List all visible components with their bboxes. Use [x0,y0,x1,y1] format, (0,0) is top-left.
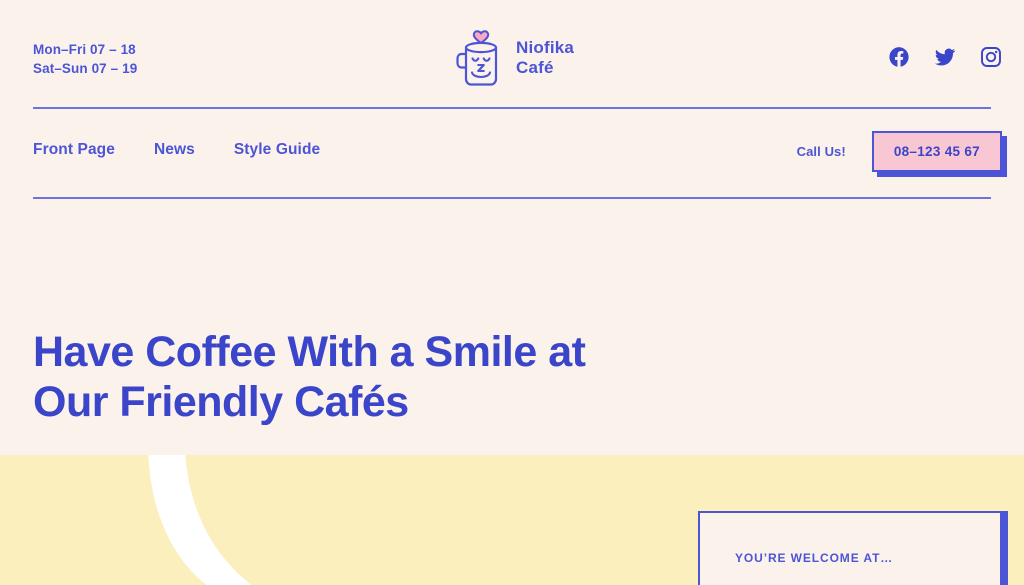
twitter-icon[interactable] [934,46,956,68]
page-title-line1: Have Coffee With a Smile at [33,328,586,376]
opening-hours-weekend: Sat–Sun 07 – 19 [33,61,138,76]
phone-number-button[interactable]: 08–123 45 67 [871,131,1002,172]
page-title: Have Coffee With a Smile at Our Friendly… [33,327,733,427]
site-logo-text-line2: Café [516,58,554,77]
nav-item-news[interactable]: News [154,141,195,159]
site-logo-text-line1: Niofika [516,38,575,57]
social-links [888,46,1002,68]
site-logo-text: Niofika Café [516,38,574,78]
header-divider-top [33,107,991,109]
site-logo[interactable]: Niofika Café [456,27,574,89]
instagram-icon[interactable] [980,46,1002,68]
site-header: Mon–Fri 07 – 18 Sat–Sun 07 – 19 Niofika … [0,0,1024,108]
hero-section: Have Coffee With a Smile at Our Friendly… [33,327,733,427]
nav-item-front-page[interactable]: Front Page [33,141,115,159]
page-root: Mon–Fri 07 – 18 Sat–Sun 07 – 19 Niofika … [0,0,1024,585]
facebook-icon[interactable] [888,46,910,68]
welcome-card: YOU’RE WELCOME AT… [698,511,1002,585]
header-cta-group: Call Us! 08–123 45 67 [797,131,1002,172]
header-divider-bottom [33,197,991,199]
coffee-cup-smiling-face-with-heart-icon [456,27,506,89]
main-navigation: Front Page News Style Guide [33,141,320,159]
opening-hours: Mon–Fri 07 – 18 Sat–Sun 07 – 19 [33,40,137,78]
opening-hours-weekday: Mon–Fri 07 – 18 [33,42,136,57]
nav-item-style-guide[interactable]: Style Guide [234,141,320,159]
welcome-card-label: YOU’RE WELCOME AT… [735,551,894,565]
page-title-line2: Our Friendly Cafés [33,378,409,426]
call-us-label: Call Us! [796,144,846,159]
